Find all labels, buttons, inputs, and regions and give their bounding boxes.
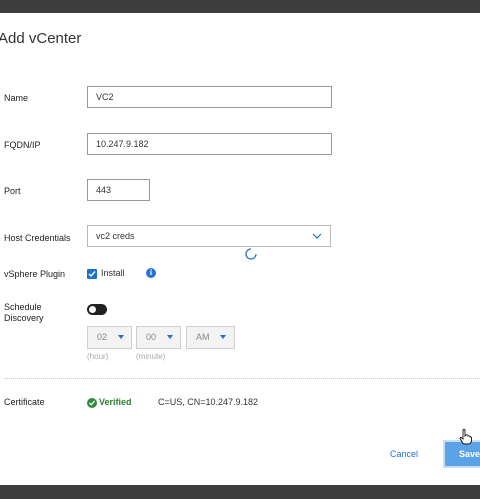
host-credentials-select[interactable]: vc2 creds	[87, 225, 331, 247]
ampm-value: AM	[196, 332, 210, 342]
caret-down-icon	[167, 335, 173, 339]
cancel-button[interactable]: Cancel	[390, 449, 418, 459]
certificate-status: Verified	[99, 397, 132, 407]
certificate-subject: C=US, CN=10.247.9.182	[158, 397, 259, 407]
loading-spinner-icon	[245, 248, 257, 260]
hour-hint: (hour)	[87, 352, 109, 361]
host-credentials-value: vc2 creds	[96, 231, 135, 241]
save-button[interactable]: Save	[445, 442, 480, 466]
minute-hint: (minute)	[136, 352, 166, 361]
schedule-label-line2: Discovery	[4, 313, 44, 323]
minute-select[interactable]: 00	[136, 326, 181, 349]
install-label: Install	[101, 268, 125, 278]
host-credentials-label: Host Credentials	[4, 233, 71, 243]
window-top-bar	[0, 0, 480, 13]
schedule-discovery-label: Schedule Discovery	[4, 302, 44, 324]
name-label: Name	[4, 93, 29, 103]
fqdn-input[interactable]: 10.247.9.182	[87, 133, 332, 155]
dialog-title: Add vCenter	[0, 30, 82, 47]
caret-down-icon	[220, 335, 226, 339]
verified-check-icon	[87, 398, 97, 408]
minute-value: 00	[146, 332, 157, 342]
add-vcenter-dialog: Add vCenter Name VC2 FQDN/IP 10.247.9.18…	[0, 13, 480, 485]
divider	[4, 378, 480, 379]
toggle-knob	[89, 306, 96, 313]
chevron-down-icon	[312, 233, 322, 239]
fqdn-label: FQDN/IP	[4, 140, 41, 150]
name-input[interactable]: VC2	[87, 86, 332, 108]
ampm-select[interactable]: AM	[186, 326, 235, 349]
hour-value: 02	[97, 332, 108, 342]
info-icon[interactable]: i	[146, 268, 156, 278]
install-checkbox[interactable]	[87, 269, 97, 279]
vsphere-plugin-label: vSphere Plugin	[4, 269, 66, 279]
check-icon	[88, 271, 96, 278]
caret-down-icon	[118, 335, 124, 339]
certificate-label: Certificate	[4, 397, 45, 407]
schedule-label-line1: Schedule	[4, 302, 42, 312]
port-label: Port	[4, 186, 21, 196]
port-input[interactable]: 443	[87, 179, 150, 201]
schedule-discovery-toggle[interactable]	[87, 304, 107, 315]
hour-select[interactable]: 02	[87, 326, 132, 349]
window-bottom-bar	[0, 485, 480, 499]
hand-cursor-icon	[459, 429, 472, 445]
